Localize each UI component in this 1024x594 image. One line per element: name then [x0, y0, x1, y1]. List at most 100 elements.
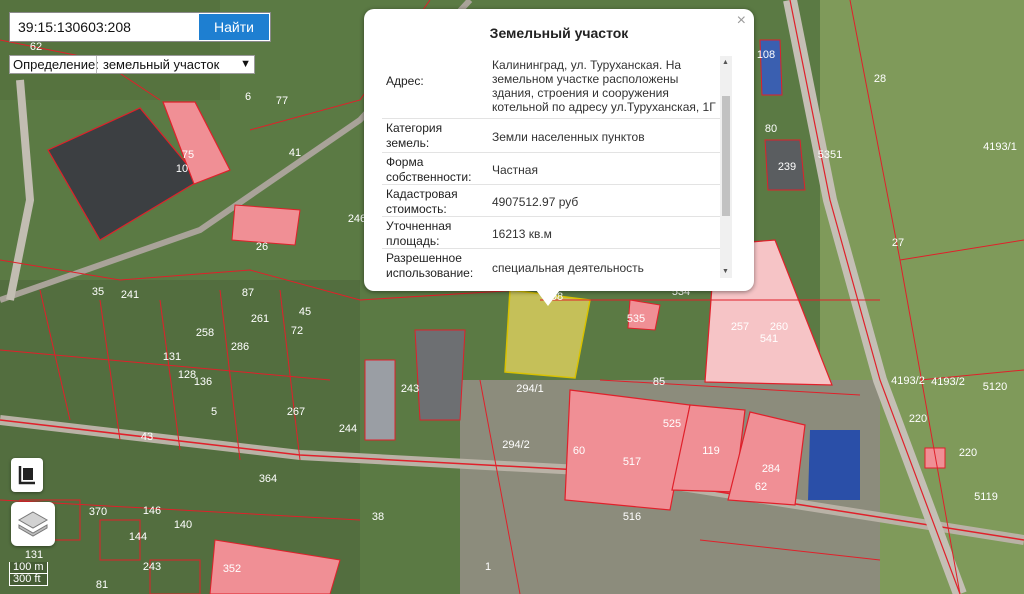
map-label: 260: [770, 321, 788, 333]
map-label: 62: [30, 41, 42, 53]
map-label: 294/1: [516, 383, 544, 395]
map-label: 72: [291, 325, 303, 337]
map-label: 352: [223, 563, 241, 575]
map-label: 516: [623, 511, 641, 523]
definition-row: Определение: земельный участок ▼: [9, 55, 255, 74]
attribute-row-permitted-use: Разрешенное использование: специальная д…: [382, 249, 732, 278]
map-label: 239: [778, 161, 796, 173]
map-label: 87: [242, 287, 254, 299]
popup-scrollbar[interactable]: ▲ ▼: [720, 56, 732, 278]
map-label: 80: [765, 123, 777, 135]
map-label: 243: [143, 561, 161, 573]
map-label: 525: [663, 418, 681, 430]
map-label: 146: [143, 505, 161, 517]
map-label: 5351: [818, 149, 842, 161]
map-label: 243: [401, 383, 419, 395]
attribute-value: Земли населенных пунктов: [492, 130, 645, 144]
parcel-small: [924, 447, 946, 469]
map-label: 258: [196, 327, 214, 339]
attribute-value: Частная: [492, 163, 538, 177]
definition-label: Определение:: [13, 57, 99, 72]
map-label: 5120: [983, 381, 1007, 393]
attribute-row-address: Адрес: Калининград, ул. Туруханская. На …: [382, 56, 732, 119]
scroll-down-icon[interactable]: ▼: [722, 268, 729, 275]
parcel-info-popup: Земельный участок × Адрес: Калининград, …: [364, 9, 754, 291]
map-label: 10: [176, 163, 188, 175]
attribute-row-area: Уточненная площадь: 16213 кв.м: [382, 217, 732, 249]
map-label: 257: [731, 321, 749, 333]
map-label: 41: [289, 147, 301, 159]
map-label: 77: [276, 95, 288, 107]
attribute-value: 16213 кв.м: [492, 227, 552, 241]
map-label: 286: [231, 341, 249, 353]
map-label: 81: [96, 579, 108, 591]
map-label: 140: [174, 519, 192, 531]
attribute-row-category: Категория земель: Земли населенных пункт…: [382, 119, 732, 153]
map-label: 370: [89, 506, 107, 518]
map-label: 5119: [974, 491, 998, 503]
map-label: 541: [760, 333, 778, 345]
map-label: 27: [892, 237, 904, 249]
attribute-key: Форма собственности:: [386, 155, 472, 184]
map-label: 244: [339, 423, 357, 435]
scale-bar: 100 m 300 ft: [9, 562, 48, 586]
chevron-down-icon: ▼: [240, 58, 251, 70]
attribute-row-cadastral-value: Кадастровая стоимость: 4907512.97 руб: [382, 185, 732, 217]
map-label: 136: [194, 376, 212, 388]
map-label: 28: [874, 73, 886, 85]
ruler-button[interactable]: [11, 458, 43, 492]
map-label: 144: [129, 531, 147, 543]
layers-button[interactable]: [11, 502, 55, 546]
map-label: 6: [245, 91, 251, 103]
map-label: 38: [372, 511, 384, 523]
parcel-26: [231, 204, 301, 246]
map-label: 220: [909, 413, 927, 425]
map-label: 75: [182, 149, 194, 161]
ruler-icon: [18, 466, 35, 485]
definition-select[interactable]: земельный участок ▼: [96, 56, 254, 73]
map-label: 517: [623, 456, 641, 468]
map-label: 26: [256, 241, 268, 253]
map-label: 284: [762, 463, 780, 475]
map-label: 131: [163, 351, 181, 363]
building-243: [364, 359, 396, 441]
building-long: [414, 329, 466, 421]
attribute-row-ownership: Форма собственности: Частная: [382, 153, 732, 185]
attribute-key: Кадастровая стоимость:: [386, 187, 458, 216]
attribute-key: Адрес:: [386, 74, 424, 88]
map-label: 131: [25, 549, 43, 561]
map-label: 220: [959, 447, 977, 459]
map-label: 60: [573, 445, 585, 457]
scroll-up-icon[interactable]: ▲: [722, 59, 729, 66]
map-label: 364: [259, 473, 277, 485]
map-label: 1: [485, 561, 491, 573]
map-label: 4193/2: [891, 375, 925, 387]
scroll-thumb[interactable]: [722, 96, 730, 216]
map-label: 119: [702, 445, 720, 457]
layers-icon: [17, 511, 49, 537]
map-label: 62: [755, 481, 767, 493]
attribute-key: Категория земель:: [386, 121, 443, 150]
map-label: 85: [653, 376, 665, 388]
attribute-value: Калининград, ул. Туруханская. На земельн…: [492, 58, 716, 114]
popup-pointer: [536, 290, 560, 306]
map-label: 35: [92, 286, 104, 298]
attribute-key: Уточненная площадь:: [386, 219, 452, 248]
close-icon[interactable]: ×: [737, 13, 746, 29]
cadastral-search-input[interactable]: [12, 15, 192, 39]
search-bar: Найти: [9, 12, 271, 42]
map-label: 43: [141, 431, 153, 443]
attribute-value: 4907512.97 руб: [492, 195, 579, 209]
scale-imperial: 300 ft: [9, 574, 48, 586]
definition-selected-value: земельный участок: [103, 57, 220, 72]
parcel-attributes-table: Адрес: Калининград, ул. Туруханская. На …: [382, 56, 732, 278]
map-label: 294/2: [502, 439, 530, 451]
blue-containers: [808, 430, 860, 500]
find-button[interactable]: Найти: [199, 14, 269, 40]
map-label: 4193/2: [931, 376, 965, 388]
map-label: 45: [299, 306, 311, 318]
map-label: 108: [757, 49, 775, 61]
map-label: 4193/1: [983, 141, 1017, 153]
attribute-key: Разрешенное использование:: [386, 251, 474, 278]
map-label: 535: [627, 313, 645, 325]
